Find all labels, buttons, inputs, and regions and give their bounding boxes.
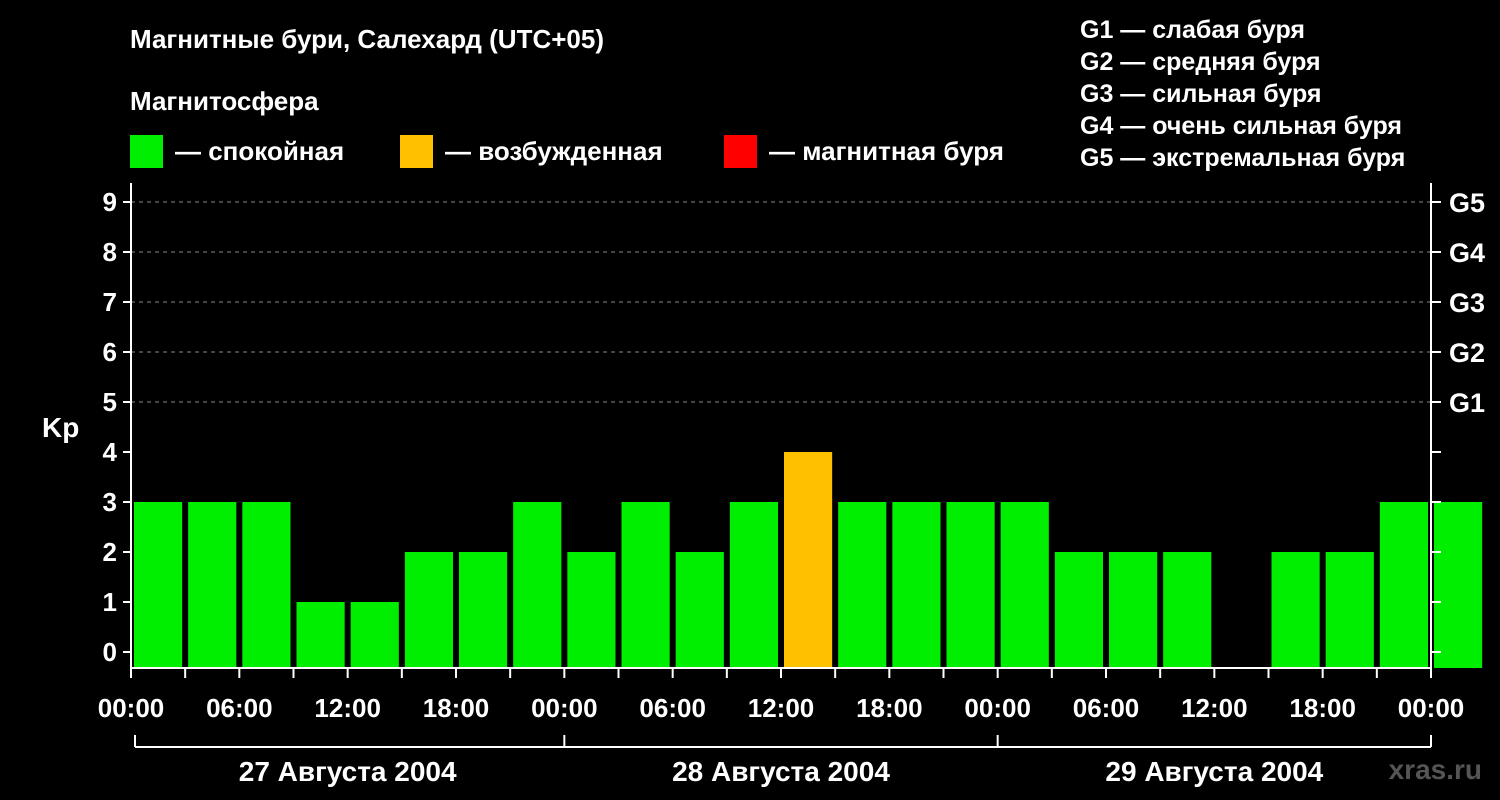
g-tick-label: G2 [1449, 338, 1485, 368]
x-tick-label: 12:00 [1181, 693, 1248, 723]
kp-bar [946, 502, 995, 668]
kp-bar [1434, 502, 1483, 668]
x-tick-label: 12:00 [748, 693, 815, 723]
kp-bar [1416, 502, 1428, 668]
day-label: 27 Августа 2004 [239, 756, 457, 787]
x-tick-label: 18:00 [423, 693, 490, 723]
y-tick-label: 6 [103, 337, 117, 367]
kp-bar [621, 502, 670, 668]
y-tick-label: 2 [103, 537, 117, 567]
x-tick-label: 12:00 [314, 693, 381, 723]
kp-bar [784, 452, 833, 668]
x-tick-label: 06:00 [639, 693, 706, 723]
kp-bar [404, 552, 453, 668]
g-tick-label: G5 [1449, 188, 1485, 218]
x-tick-label: 00:00 [1398, 693, 1465, 723]
day-label: 29 Августа 2004 [1105, 756, 1323, 787]
kp-bar [892, 502, 941, 668]
y-tick-label: 5 [103, 387, 117, 417]
g-tick-label: G4 [1449, 238, 1485, 268]
kp-bar [513, 502, 562, 668]
kp-bar [188, 502, 237, 668]
x-tick-label: 18:00 [1289, 693, 1356, 723]
kp-bar [567, 552, 616, 668]
y-tick-label: 1 [103, 587, 117, 617]
kp-bar [1325, 552, 1374, 668]
y-tick-label: 7 [103, 287, 117, 317]
kp-bar [134, 502, 183, 668]
x-tick-label: 00:00 [98, 693, 165, 723]
kp-bar [350, 602, 399, 668]
kp-bar [242, 502, 291, 668]
day-label: 28 Августа 2004 [672, 756, 890, 787]
y-tick-label: 8 [103, 237, 117, 267]
kp-bar [1163, 552, 1212, 668]
x-tick-label: 00:00 [964, 693, 1031, 723]
y-tick-label: 4 [103, 437, 118, 467]
kp-bar [296, 602, 345, 668]
kp-bar [1000, 502, 1049, 668]
y-tick-label: 0 [103, 637, 117, 667]
kp-bar [1109, 552, 1158, 668]
x-tick-label: 06:00 [206, 693, 273, 723]
kp-bar [1054, 552, 1103, 668]
kp-bar [838, 502, 887, 668]
kp-bar [459, 552, 508, 668]
g-tick-label: G1 [1449, 388, 1485, 418]
kp-bar [729, 502, 778, 668]
g-tick-label: G3 [1449, 288, 1485, 318]
kp-bar [675, 552, 724, 668]
y-tick-label: 3 [103, 487, 117, 517]
kp-bar [1271, 552, 1320, 668]
x-tick-label: 06:00 [1073, 693, 1140, 723]
y-tick-label: 9 [103, 187, 117, 217]
x-tick-label: 00:00 [531, 693, 598, 723]
x-tick-label: 18:00 [856, 693, 923, 723]
kp-bar-chart: 0 1 2 3 4 5 6 7 8 9 G1 G2 G3 G4 G5 00:00 06:00 12:00 18:00… [98, 183, 1485, 787]
